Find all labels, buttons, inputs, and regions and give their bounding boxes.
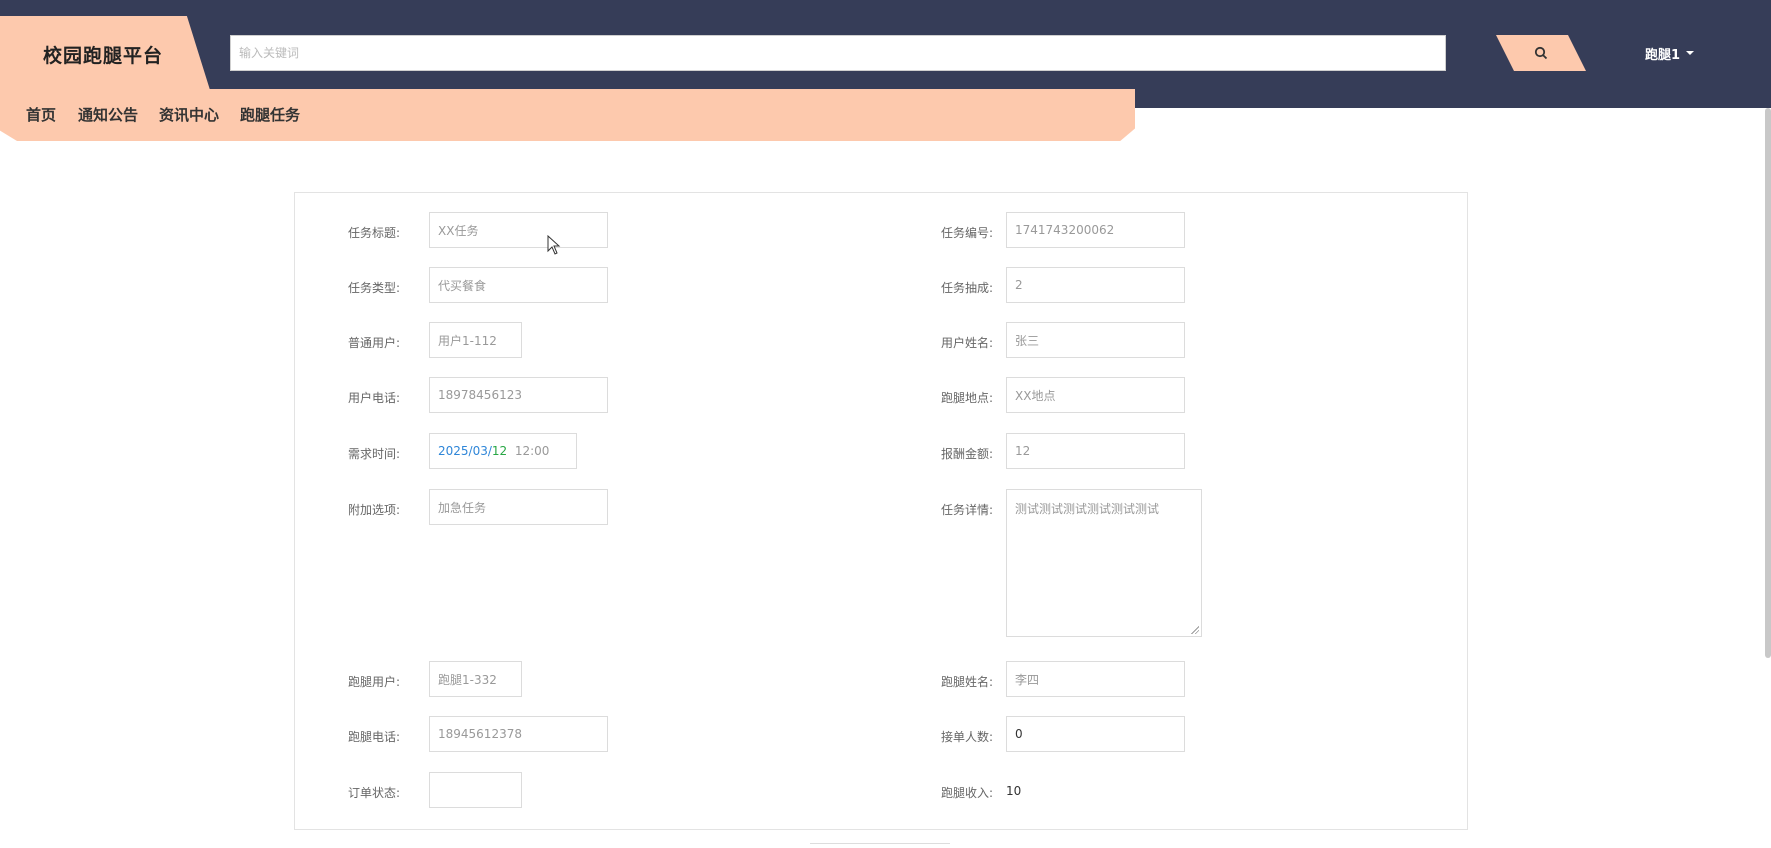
commission-field[interactable]: 2: [1006, 267, 1185, 303]
mouse-cursor-icon: [547, 235, 561, 255]
task-no-field[interactable]: 1741743200062: [1006, 212, 1185, 248]
status-field[interactable]: [429, 772, 522, 808]
task-type-field[interactable]: 代买餐食: [429, 267, 608, 303]
income-label: 跑腿收入:: [941, 786, 994, 800]
user-name-field[interactable]: 张三: [1006, 322, 1185, 358]
runner-name-field[interactable]: 李四: [1006, 661, 1185, 697]
chevron-down-icon: [1686, 51, 1695, 55]
user-label: 普通用户:: [348, 336, 401, 350]
nav-notices[interactable]: 通知公告: [78, 104, 138, 125]
user-menu[interactable]: 跑腿1: [1645, 42, 1695, 64]
task-no-label: 任务编号:: [941, 226, 994, 240]
reward-field[interactable]: 12: [1006, 433, 1185, 469]
time-day-part: 12: [491, 444, 508, 458]
commission-label: 任务抽成:: [941, 281, 994, 295]
task-title-field[interactable]: XX任务: [429, 212, 608, 248]
detail-label: 任务详情:: [941, 503, 994, 517]
runner-name-label: 跑腿姓名:: [941, 675, 994, 689]
nav-tasks[interactable]: 跑腿任务: [240, 104, 300, 125]
user-name: 跑腿1: [1645, 47, 1681, 63]
detail-textarea[interactable]: 测试测试测试测试测试测试: [1006, 489, 1202, 637]
task-title-label: 任务标题:: [348, 226, 401, 240]
runner-label: 跑腿用户:: [348, 675, 401, 689]
time-clock-part: 12:00: [514, 444, 550, 458]
nav-news[interactable]: 资讯中心: [159, 104, 219, 125]
status-label: 订单状态:: [348, 786, 401, 800]
location-field[interactable]: XX地点: [1006, 377, 1185, 413]
location-label: 跑腿地点:: [941, 391, 994, 405]
task-type-label: 任务类型:: [348, 281, 401, 295]
reward-label: 报酬金额:: [941, 447, 994, 461]
search-icon: [1534, 46, 1548, 60]
brand-title: 校园跑腿平台: [43, 45, 164, 67]
time-label: 需求时间:: [348, 447, 401, 461]
runner-phone-field[interactable]: 18945612378: [429, 716, 608, 752]
extra-label: 附加选项:: [348, 503, 401, 517]
time-date-part: 2025/03/: [438, 444, 492, 458]
bottom-button-edge: [810, 843, 950, 848]
detail-text: 测试测试测试测试测试测试: [1015, 502, 1160, 516]
user-phone-field[interactable]: 18978456123: [429, 377, 608, 413]
nav-home[interactable]: 首页: [26, 104, 56, 125]
user-phone-label: 用户电话:: [348, 391, 401, 405]
income-value: 10: [1006, 784, 1022, 798]
runner-field[interactable]: 跑腿1-332: [429, 661, 522, 697]
time-field[interactable]: 2025/03/12 12:00: [429, 433, 577, 469]
accept-count-label: 接单人数:: [941, 730, 994, 744]
accept-count-field[interactable]: 0: [1006, 716, 1185, 752]
search-input[interactable]: [230, 35, 1446, 71]
user-name-label: 用户姓名:: [941, 336, 994, 350]
user-field[interactable]: 用户1-112: [429, 322, 522, 358]
page-scrollbar[interactable]: [1765, 108, 1771, 658]
resize-handle-icon[interactable]: [1191, 626, 1199, 634]
runner-phone-label: 跑腿电话:: [348, 730, 401, 744]
extra-field[interactable]: 加急任务: [429, 489, 608, 525]
